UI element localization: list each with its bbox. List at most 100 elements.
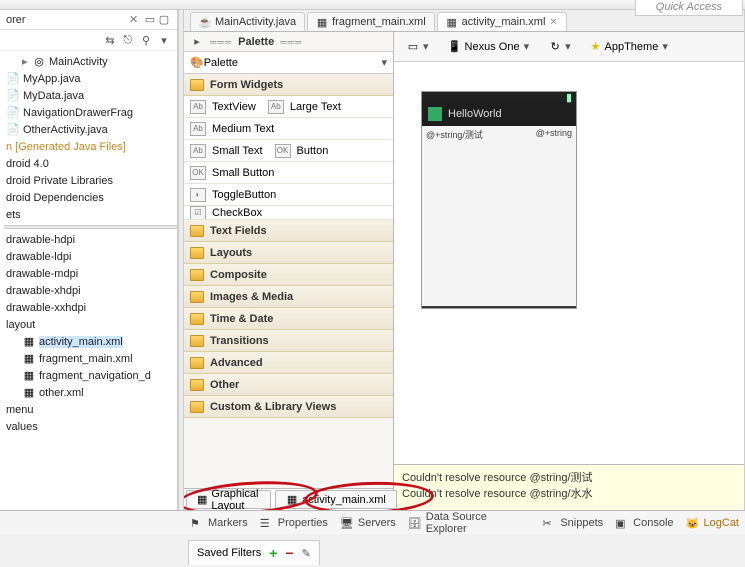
collapse-icon[interactable]: ⇆	[103, 33, 117, 47]
palette-category[interactable]: Transitions	[184, 330, 393, 352]
palette-item[interactable]: ☑CheckBox	[184, 206, 393, 220]
config-dropdown[interactable]: ▭▾	[402, 37, 434, 56]
close-tab-icon[interactable]: ✕	[549, 17, 557, 28]
palette-category[interactable]: Composite	[184, 264, 393, 286]
palette-category[interactable]: Custom & Library Views	[184, 396, 393, 418]
tree-layout-item: ▦fragment_navigation_d	[4, 367, 177, 384]
chevron-down-icon: ▾	[423, 40, 429, 53]
maximize-icon[interactable]: ▢	[157, 13, 171, 27]
tree-item-class: ▸◎MainActivity	[4, 53, 177, 70]
close-icon[interactable]: ✕	[129, 13, 143, 26]
grip-icon: ═══	[280, 37, 302, 47]
palette-selector[interactable]: 🎨 Palette ▾	[184, 52, 393, 74]
quick-access-box[interactable]: Quick Access	[635, 0, 743, 16]
folder-icon	[190, 379, 204, 391]
view-tab-console[interactable]: ▣Console	[615, 517, 673, 529]
tree-layout-item: ▦other.xml	[4, 384, 177, 401]
chevron-down-icon: ▾	[565, 40, 571, 53]
tree-layout-item: ▦fragment_main.xml	[4, 350, 177, 367]
preview-canvas[interactable]: ▮ HelloWorld @+string/测试 @+string	[394, 62, 744, 464]
expand-icon[interactable]: ▸	[190, 35, 204, 49]
java-file-icon: ☕	[199, 16, 211, 28]
widget-icon: Ab	[190, 122, 206, 136]
error-line: Couldn't resolve resource @string/水水	[402, 485, 736, 501]
folder-icon	[190, 313, 204, 325]
graphical-layout-tab[interactable]: ▦Graphical Layout	[186, 490, 271, 509]
palette-category[interactable]: Form Widgets	[184, 74, 393, 96]
folder-icon	[190, 247, 204, 259]
widget-icon: OK	[275, 144, 291, 158]
properties-icon: ☰	[260, 517, 274, 529]
xml-file-icon: ▦	[286, 494, 298, 506]
view-tab-logcat[interactable]: 🐱LogCat	[686, 517, 739, 529]
xml-file-icon: ▦	[22, 369, 36, 383]
tree-drawable: drawable-xxhdpi	[4, 299, 177, 316]
palette-item[interactable]: ◐ToggleButton	[184, 184, 393, 206]
app-title-bar: HelloWorld	[422, 102, 576, 126]
editor-panel: ☕MainActivity.java ▦fragment_main.xml ▦a…	[184, 10, 745, 510]
palette-category[interactable]: Images & Media	[184, 286, 393, 308]
link-icon[interactable]: ⎋	[121, 33, 135, 47]
view-tab-properties[interactable]: ☰Properties	[260, 517, 328, 529]
saved-filters-box: Saved Filters + − ✎	[188, 540, 320, 565]
palette-category[interactable]: Other	[184, 374, 393, 396]
xml-source-tab[interactable]: ▦activity_main.xml	[275, 490, 397, 509]
text-widget[interactable]: @+string	[536, 128, 572, 138]
theme-dropdown[interactable]: ★AppTheme▾	[586, 37, 673, 56]
device-dropdown[interactable]: 📱Nexus One▾	[444, 37, 535, 56]
edit-filter-icon[interactable]: ✎	[302, 547, 311, 560]
editor-tab[interactable]: ▦fragment_main.xml	[307, 12, 435, 31]
app-body: @+string/测试 @+string	[422, 126, 576, 306]
java-file-icon: 📄	[6, 89, 20, 103]
tree-values: values	[4, 418, 177, 435]
package-explorer-panel: orer ✕ ▭ ▢ ⇆ ⎋ ⚲ ▾ ▸◎MainActivity 📄MyApp…	[0, 10, 178, 510]
xml-file-icon: ▦	[446, 16, 458, 28]
palette-category[interactable]: Layouts	[184, 242, 393, 264]
minimize-icon[interactable]: ▭	[143, 13, 157, 27]
layout-preview-panel: ▭▾ 📱Nexus One▾ ↻▾ ★AppTheme▾ ▮ HelloWorl…	[394, 32, 744, 510]
palette-icon: 🎨	[190, 56, 204, 69]
tree-lib: droid Dependencies	[4, 189, 177, 206]
palette-category[interactable]: Time & Date	[184, 308, 393, 330]
editor-tab[interactable]: ☕MainActivity.java	[190, 12, 305, 31]
java-file-icon: 📄	[6, 106, 20, 120]
saved-filters-label: Saved Filters	[197, 547, 261, 559]
palette-item[interactable]: AbMedium Text	[184, 118, 393, 140]
signal-icon: ▮	[566, 91, 572, 104]
datasource-icon: 🗄	[408, 517, 422, 529]
grip-icon: ═══	[210, 37, 232, 47]
tree-lib: droid 4.0	[4, 155, 177, 172]
menu-icon[interactable]: ▾	[157, 33, 171, 47]
star-icon: ★	[591, 40, 601, 53]
xml-file-icon: ▦	[22, 352, 36, 366]
tree-item-java: 📄MyData.java	[4, 87, 177, 104]
tree-layout-item: ▦activity_main.xml	[4, 333, 177, 350]
orientation-dropdown[interactable]: ↻▾	[544, 37, 576, 56]
snippets-icon: ✂	[542, 517, 556, 529]
view-tab-markers[interactable]: ⚑Markers	[190, 517, 248, 529]
palette-item[interactable]: AbTextViewAbLarge Text	[184, 96, 393, 118]
focus-icon[interactable]: ⚲	[139, 33, 153, 47]
add-filter-icon[interactable]: +	[269, 545, 277, 561]
editor-tab-active[interactable]: ▦activity_main.xml✕	[437, 12, 567, 31]
folder-icon	[190, 269, 204, 281]
project-tree[interactable]: ▸◎MainActivity 📄MyApp.java 📄MyData.java …	[0, 51, 177, 510]
view-tab-data-source[interactable]: 🗄Data Source Explorer	[408, 511, 531, 535]
status-bar: ▮	[422, 92, 576, 102]
palette-title: Palette	[238, 36, 274, 48]
orientation-icon: ↻	[549, 41, 561, 53]
layout-icon: ▦	[197, 494, 207, 506]
tree-folder: ets	[4, 206, 177, 223]
text-widget[interactable]: @+string/测试	[426, 128, 483, 141]
palette-category[interactable]: Advanced	[184, 352, 393, 374]
tree-drawable: drawable-xhdpi	[4, 282, 177, 299]
palette-item[interactable]: OKSmall Button	[184, 162, 393, 184]
class-icon: ◎	[32, 55, 46, 69]
remove-filter-icon[interactable]: −	[285, 545, 293, 561]
view-tab-servers[interactable]: 🖥Servers	[340, 517, 396, 529]
chevron-down-icon: ▾	[524, 40, 530, 53]
palette-item[interactable]: AbSmall TextOKButton	[184, 140, 393, 162]
view-tab-snippets[interactable]: ✂Snippets	[542, 517, 603, 529]
palette-category[interactable]: Text Fields	[184, 220, 393, 242]
phone-icon: 📱	[449, 41, 461, 53]
